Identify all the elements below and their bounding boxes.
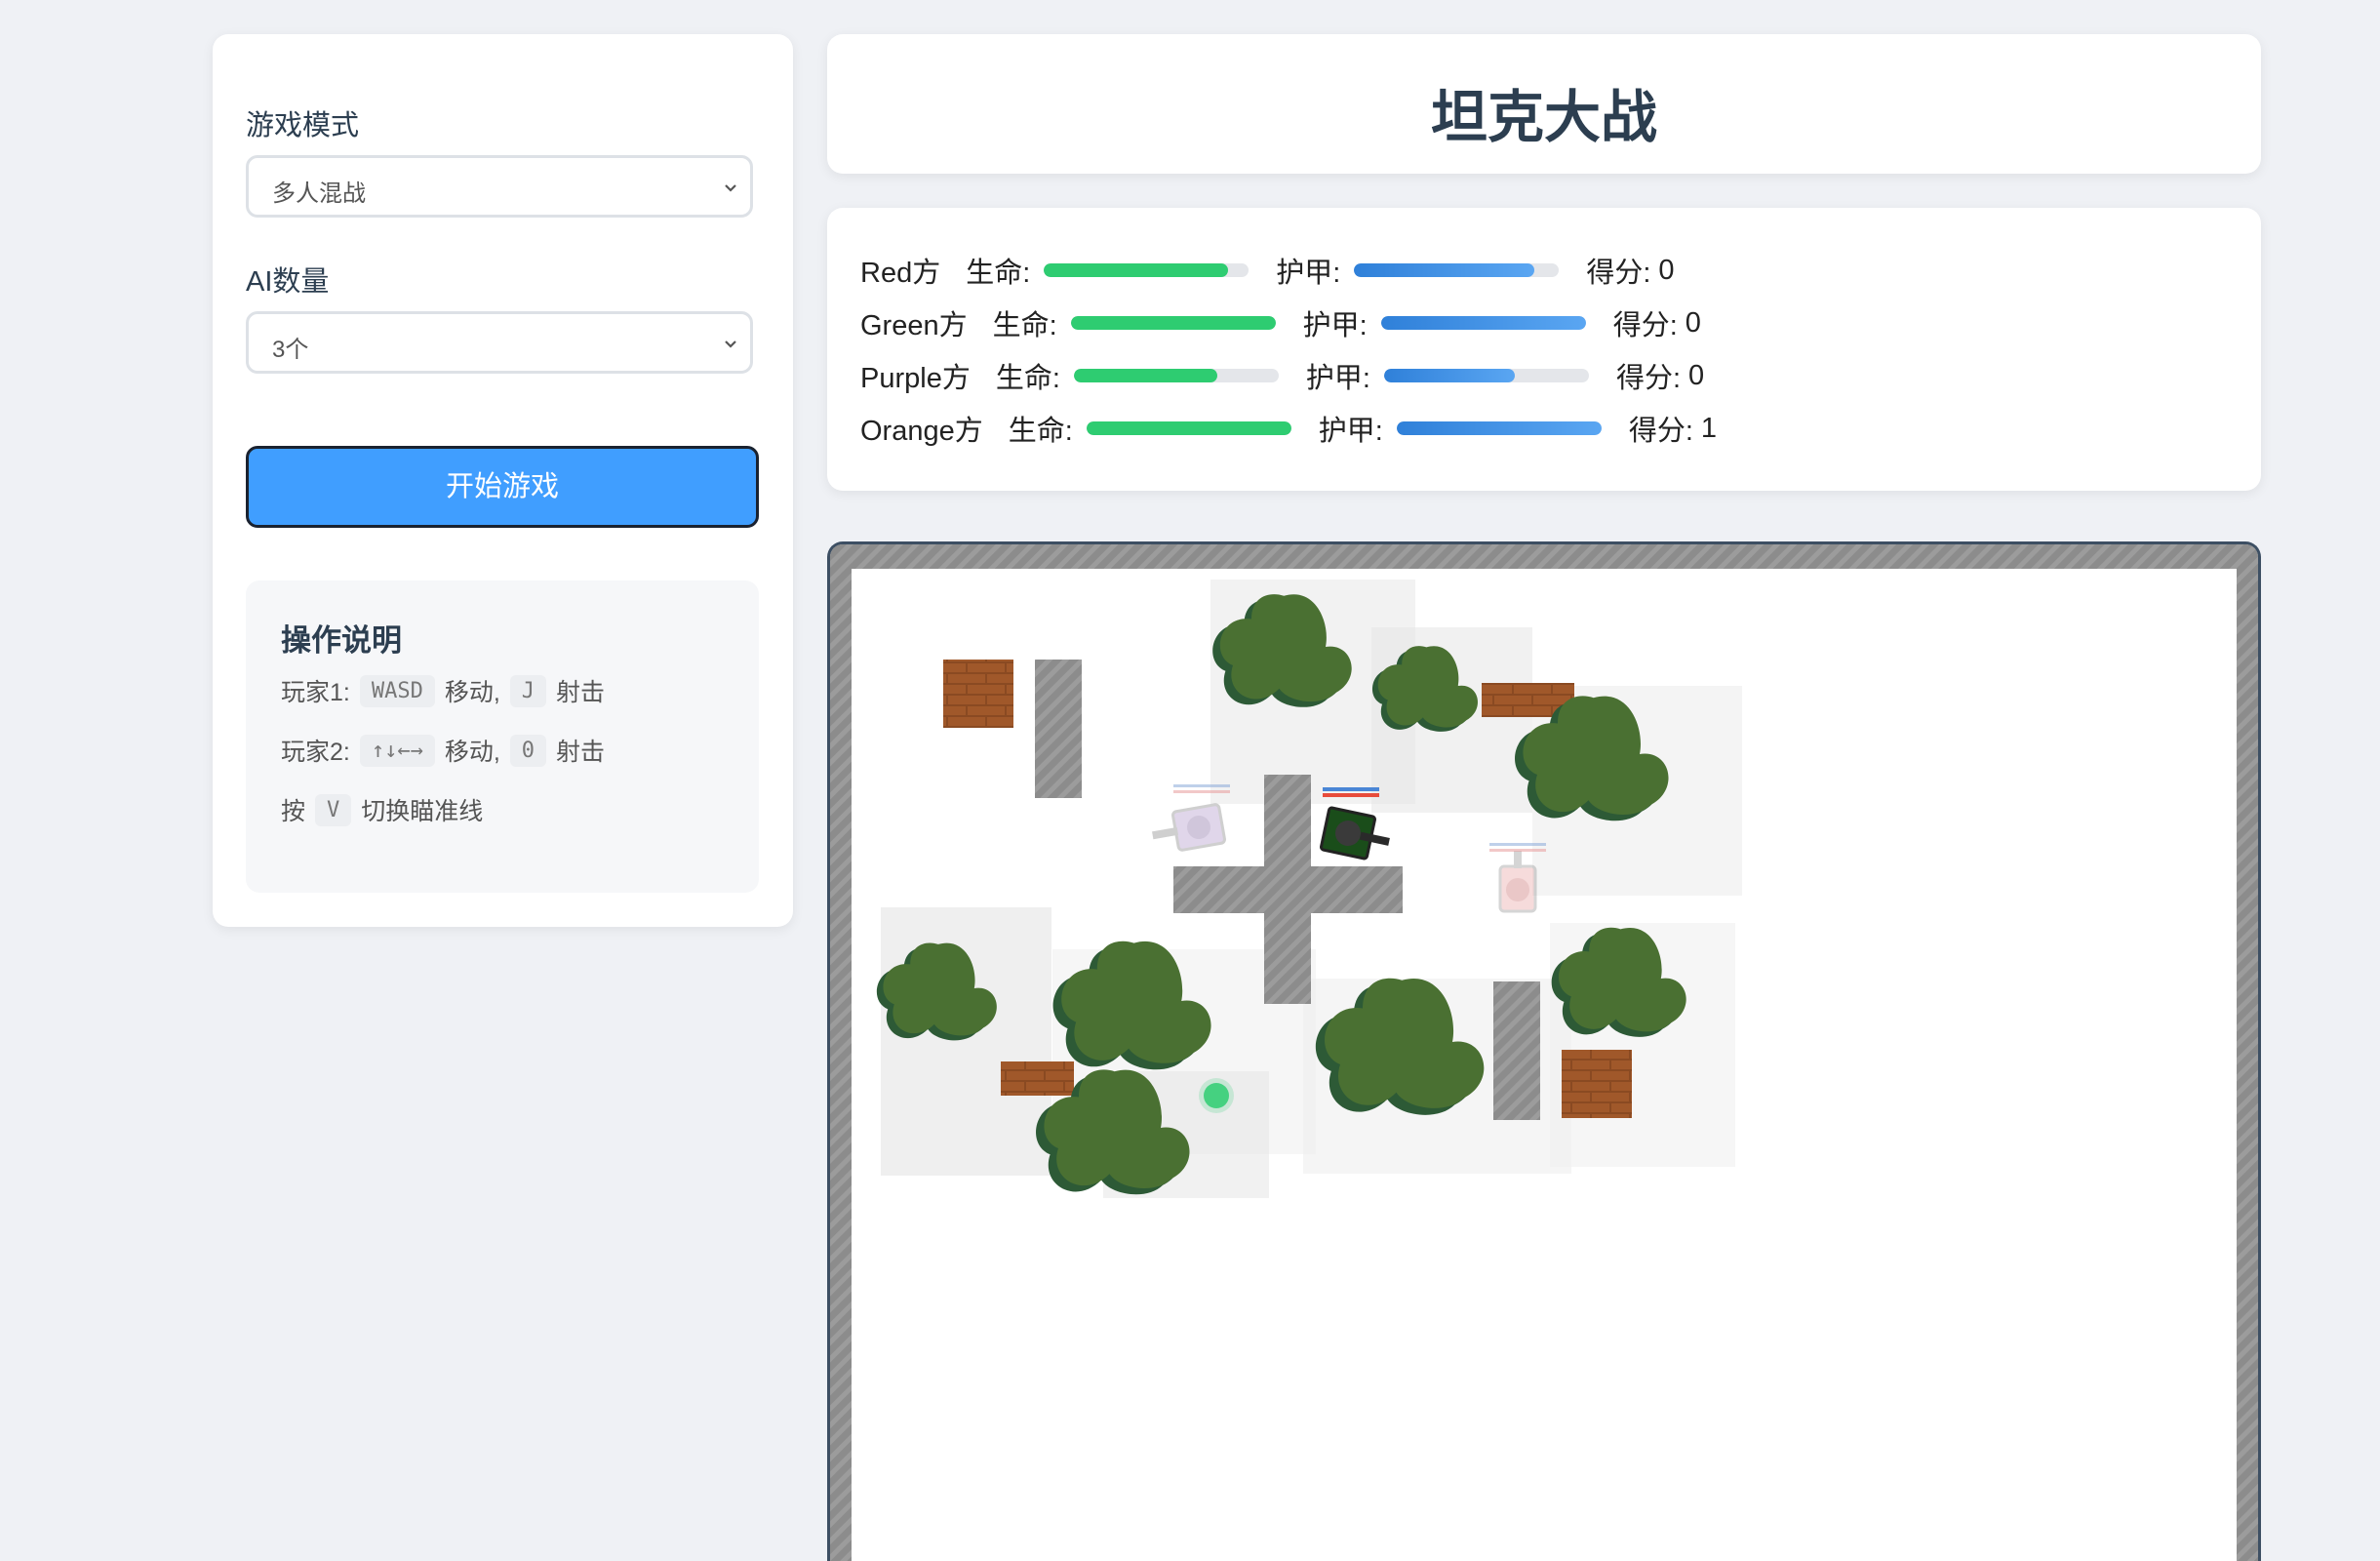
health-bar: [1044, 263, 1250, 277]
instructions-title: 操作说明: [281, 623, 402, 658]
score-label: 得分:: [1628, 416, 1693, 447]
score-label: 得分:: [1586, 258, 1651, 289]
player-name: Red方: [860, 258, 941, 289]
arena-wall-right: [2237, 544, 2258, 1561]
player1-label: 玩家1:: [281, 679, 350, 706]
game-canvas[interactable]: [827, 541, 2261, 1561]
health-fill: [1070, 316, 1276, 330]
red-ai-tank: [1498, 851, 1537, 913]
scoreboard: Red方 生命: 护甲: 得分: 0 Green方 生命: 护甲: 得分: 0 …: [827, 208, 2261, 491]
steel-wall: [1173, 866, 1403, 913]
armor-fill: [1354, 263, 1535, 277]
player-stats-green: Green方 生命: 护甲: 得分: 0: [860, 303, 1701, 342]
health-label: 生命:: [1008, 416, 1073, 447]
toggle-prefix: 按: [281, 798, 306, 825]
p2-move-key: ↑↓←→: [359, 734, 435, 767]
p2-fire-key: 0: [509, 734, 547, 767]
health-bar: [1073, 369, 1279, 382]
player2-label: 玩家2:: [281, 739, 350, 766]
score-value: 0: [1658, 254, 1675, 286]
armor-label: 护甲:: [1318, 416, 1383, 447]
steel-wall: [1493, 981, 1540, 1120]
shade-zone: [881, 907, 1051, 1176]
page-title: 坦克大战: [1430, 86, 1657, 149]
player2-controls: 玩家2: ↑↓←→ 移动, 0 射击: [281, 733, 605, 768]
score-value: 1: [1700, 412, 1718, 444]
score-label: 得分:: [1612, 310, 1678, 341]
ai-armor-bar: [1489, 843, 1546, 846]
steel-wall: [1035, 660, 1082, 798]
player-stats-red: Red方 生命: 护甲: 得分: 0: [860, 251, 1675, 290]
health-bar: [1086, 421, 1291, 435]
score-value: 0: [1688, 359, 1705, 391]
p2-move-text: 移动,: [444, 739, 500, 766]
armor-bar: [1396, 421, 1602, 435]
p2-fire-text: 射击: [556, 739, 606, 766]
chevron-down-icon: [725, 184, 736, 192]
aim-toggle-hint: 按 V 切换瞄准线: [281, 792, 483, 827]
score-value: 0: [1685, 306, 1701, 339]
chevron-down-icon: [725, 340, 736, 348]
title-bar: 坦克大战: [827, 34, 2261, 174]
ai-count-value: 3个: [272, 337, 309, 363]
ai-health-bar: [1173, 790, 1230, 793]
health-label: 生命:: [992, 310, 1057, 341]
brick-wall: [1562, 1050, 1632, 1118]
battlefield: [830, 544, 2258, 1561]
p1-fire-key: J: [509, 674, 547, 707]
control-panel: 游戏模式 多人混战 AI数量 3个 开始游戏 操作说明 玩家1: WASD 移动…: [213, 34, 793, 927]
player-name: Orange方: [860, 416, 983, 447]
health-label: 生命:: [995, 363, 1060, 394]
game-mode-select[interactable]: 多人混战: [246, 155, 753, 218]
armor-bar: [1380, 316, 1586, 330]
armor-label: 护甲:: [1276, 258, 1341, 289]
armor-label: 护甲:: [1302, 310, 1368, 341]
armor-fill: [1396, 421, 1602, 435]
player-stats-purple: Purple方 生命: 护甲: 得分: 0: [860, 356, 1704, 395]
health-fill: [1044, 263, 1229, 277]
score-label: 得分:: [1615, 363, 1682, 394]
instructions-panel: 操作说明 玩家1: WASD 移动, J 射击 玩家2: ↑↓←→ 移动, 0 …: [246, 580, 759, 893]
toggle-text: 切换瞄准线: [361, 798, 484, 825]
game-mode-label: 游戏模式: [246, 110, 360, 141]
armor-fill: [1380, 316, 1586, 330]
p1-move-text: 移动,: [444, 679, 500, 706]
player-health-bar: [1323, 793, 1379, 797]
arena-wall-left: [830, 544, 852, 1561]
brick-wall: [943, 660, 1013, 728]
game-mode-value: 多人混战: [272, 180, 366, 207]
p1-fire-text: 射击: [556, 679, 606, 706]
player-name: Green方: [860, 310, 968, 341]
toggle-key: V: [315, 793, 352, 826]
player1-controls: 玩家1: WASD 移动, J 射击: [281, 673, 605, 708]
armor-fill: [1383, 369, 1516, 382]
green-player-tank: [1320, 806, 1390, 861]
player-name: Purple方: [860, 363, 971, 394]
health-fill: [1086, 421, 1291, 435]
armor-bar: [1354, 263, 1560, 277]
armor-bar: [1383, 369, 1589, 382]
armor-label: 护甲:: [1305, 363, 1370, 394]
ai-count-label: AI数量: [246, 266, 330, 298]
health-fill: [1073, 369, 1217, 382]
start-game-button[interactable]: 开始游戏: [246, 446, 759, 528]
health-label: 生命:: [966, 258, 1031, 289]
brick-wall: [1001, 1061, 1074, 1096]
player-armor-bar: [1323, 787, 1379, 791]
purple-ai-tank: [1152, 803, 1226, 852]
health-pickup-glow: [1199, 1078, 1234, 1113]
ai-count-select[interactable]: 3个: [246, 311, 753, 374]
ai-health-bar: [1489, 849, 1546, 852]
p1-move-key: WASD: [359, 674, 435, 707]
arena-wall-top: [830, 544, 2258, 569]
ai-armor-bar: [1173, 784, 1230, 787]
health-bar: [1070, 316, 1276, 330]
player-stats-orange: Orange方 生命: 护甲: 得分: 1: [860, 409, 1717, 448]
